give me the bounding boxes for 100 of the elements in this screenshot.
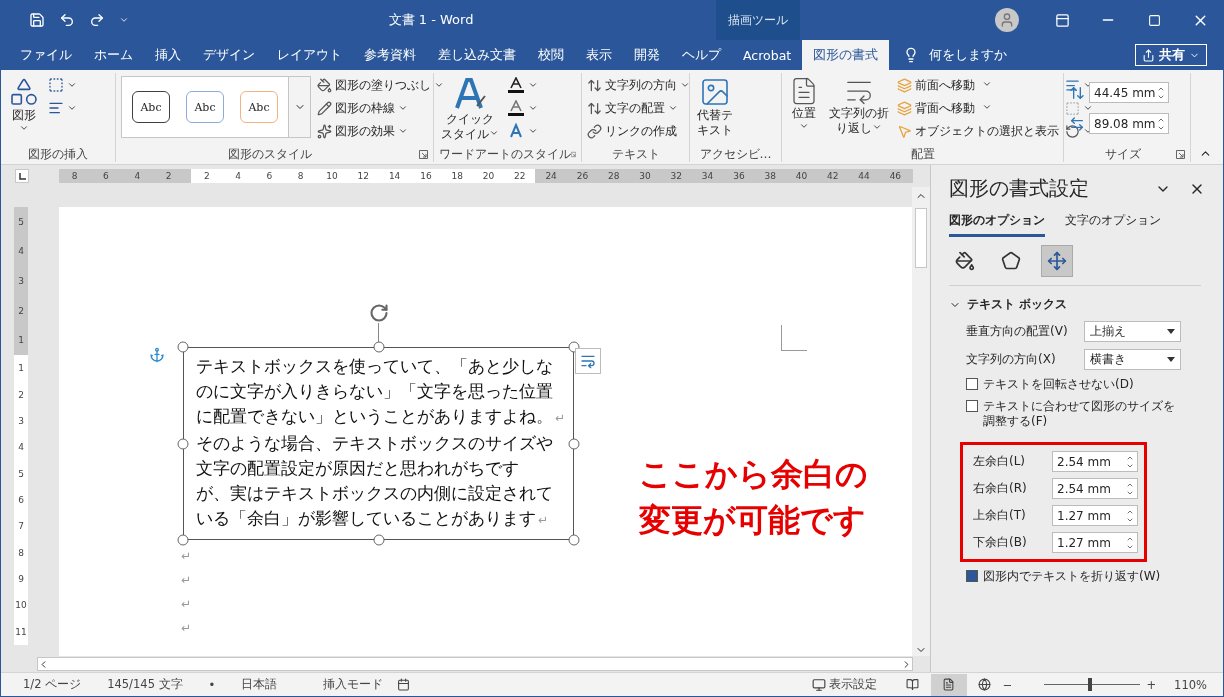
zoom-out-button[interactable]: −: [1002, 677, 1013, 692]
ribbon-tab[interactable]: 差し込み文書: [427, 40, 527, 70]
paragraph-mark: ↵: [181, 572, 192, 589]
text-line: そのような場合、テキストボックスのサイズや: [196, 433, 554, 455]
text-effects-button[interactable]: [507, 122, 538, 140]
margin-field[interactable]: 2.54 mm: [1052, 451, 1138, 472]
dropdown[interactable]: 横書き: [1084, 349, 1181, 370]
resize-handle[interactable]: [373, 341, 385, 353]
vertical-scrollbar[interactable]: [912, 187, 930, 656]
ribbon-tab[interactable]: 表示: [575, 40, 623, 70]
caret-icon: [67, 80, 77, 90]
ribbon-command[interactable]: 前面へ移動: [897, 76, 1059, 94]
zoom-in-button[interactable]: +: [1146, 677, 1157, 692]
wrap-text-button[interactable]: 文字列の折 り返し: [827, 76, 891, 136]
checkbox[interactable]: [966, 378, 978, 390]
rotate-icon: [1065, 123, 1080, 139]
share-button[interactable]: 共有: [1135, 44, 1207, 66]
dialog-launcher-icon[interactable]: [419, 149, 428, 159]
margin-field[interactable]: 1.27 mm: [1052, 505, 1138, 526]
dropdown[interactable]: 上揃え: [1084, 321, 1181, 342]
style-swatch[interactable]: Abc: [132, 91, 170, 123]
insert-mode-status[interactable]: 挿入モード: [323, 677, 384, 692]
shapes-button[interactable]: 図形: [6, 76, 42, 133]
rotate-handle[interactable]: [368, 303, 389, 343]
resize-handle[interactable]: [373, 534, 385, 546]
group-icon: [1065, 100, 1080, 116]
ribbon-command[interactable]: リンクの作成: [587, 122, 690, 140]
tell-me-field[interactable]: 何をしますか: [929, 46, 1008, 64]
group-label: 図形のスタイル: [227, 145, 313, 163]
ribbon-command[interactable]: 背面へ移動: [897, 99, 1059, 117]
ribbon-tab[interactable]: Acrobat: [732, 40, 803, 70]
tab-selector[interactable]: [15, 169, 29, 183]
avatar-icon[interactable]: [995, 8, 1019, 32]
caret-icon: [528, 103, 538, 113]
save-icon[interactable]: [29, 12, 45, 28]
text-box[interactable]: テキストボックスを使っていて、「あと少しな のに文字が入りきらない」「文字を思った位置 に配置できない」ということがありますよね。↵ そのような場合、テキストボックスのサイズや 文字の配置設定が原因だと思われがちです が、実はテキストボックスの内側に設定されて いる「余白」が影響していることがあります↵: [183, 347, 575, 540]
group-label: テキスト: [610, 145, 661, 163]
field-label: 文字列の方向(X): [966, 351, 1056, 368]
checkbox-label: テキストを回転させない(D): [983, 377, 1134, 392]
zoom-slider-thumb[interactable]: [1087, 678, 1092, 691]
ribbon-command[interactable]: 文字の配置: [587, 99, 690, 117]
ribbon-tab[interactable]: 図形の書式: [802, 40, 890, 70]
redo-icon[interactable]: [89, 12, 105, 28]
ribbon-tab[interactable]: 校閲: [527, 40, 575, 70]
size-field[interactable]: 44.45 mm: [1089, 82, 1169, 103]
display-settings-button[interactable]: 表示設定: [828, 677, 877, 692]
language-status[interactable]: 日本語: [241, 677, 278, 692]
annotation-text: ここから余白の 変更が可能です: [639, 454, 868, 541]
resize-handle[interactable]: [177, 438, 189, 449]
layout-options-button[interactable]: [575, 348, 601, 374]
resize-handle[interactable]: [177, 341, 189, 353]
dialog-launcher-icon[interactable]: [1176, 149, 1185, 159]
maximize-icon[interactable]: [1147, 13, 1161, 27]
ribbon-tab[interactable]: ファイル: [9, 40, 83, 70]
pane-tab[interactable]: 図形のオプション: [949, 212, 1045, 237]
wrap-text-icon: [580, 353, 596, 369]
ribbon-tab[interactable]: ヘルプ: [671, 40, 732, 70]
ribbon-command[interactable]: 文字列の方向: [587, 76, 690, 94]
resize-handle[interactable]: [568, 534, 580, 546]
macro-icon[interactable]: [397, 678, 411, 691]
group-label: 図形の挿入: [27, 145, 89, 163]
text-fill-button[interactable]: [507, 76, 538, 94]
text-line: のに文字が入りきらない」「文字を思った位置: [196, 381, 554, 403]
field-label: 右余白(R): [973, 480, 1027, 497]
style-swatch[interactable]: Abc: [186, 91, 224, 123]
ribbon-command[interactable]: 図形の塗りつぶし: [317, 76, 444, 94]
style-swatch[interactable]: Abc: [240, 91, 278, 123]
ribbon-display-icon[interactable]: [1054, 12, 1070, 28]
link-icon: [587, 123, 602, 139]
ribbon-tab[interactable]: 参考資料: [353, 40, 427, 70]
size-field[interactable]: 89.08 mm: [1089, 113, 1169, 134]
ribbon-tab[interactable]: レイアウト: [266, 40, 353, 70]
ribbon-tab[interactable]: 挿入: [144, 40, 192, 70]
text-outline-button[interactable]: [507, 99, 538, 117]
section-header[interactable]: テキスト ボックス: [967, 296, 1068, 313]
pentagon-icon: [1001, 251, 1021, 271]
edit-shape-button[interactable]: [48, 76, 77, 94]
pane-tab[interactable]: 文字のオプション: [1065, 212, 1161, 237]
checkbox[interactable]: [966, 400, 978, 412]
position-button[interactable]: 位置: [787, 76, 821, 131]
horizontal-ruler: 8 6 4 2 2 4 6 8 10 12 14 16 18 20 22 24 26 28 30 32 34 36 38 40 42 44 46: [59, 169, 913, 183]
margin-field[interactable]: 1.27 mm: [1052, 532, 1138, 553]
ribbon-tab[interactable]: 開発: [623, 40, 671, 70]
alt-text-button[interactable]: 代替テ キスト: [695, 76, 735, 138]
ribbon-tab[interactable]: デザイン: [192, 40, 266, 70]
horizontal-scrollbar[interactable]: [37, 657, 913, 671]
page-icon: [942, 678, 956, 691]
scroll-thumb[interactable]: [915, 208, 927, 268]
text-line: テキストボックスを使っていて、「あと少しな: [196, 356, 554, 378]
customize-icon[interactable]: [119, 15, 129, 25]
resize-handle[interactable]: [177, 534, 189, 546]
undo-icon[interactable]: [59, 12, 75, 28]
ribbon-command[interactable]: オブジェクトの選択と表示: [897, 122, 1059, 140]
zoom-level[interactable]: 110%: [1174, 677, 1207, 692]
view-button[interactable]: [930, 673, 967, 696]
checkbox[interactable]: [966, 570, 978, 582]
margin-field[interactable]: 2.54 mm: [1052, 478, 1138, 499]
resize-handle[interactable]: [568, 438, 580, 449]
vertical-ruler: 5 4 3 2 1 1 2 3 4 5 6 7 8 9 10 11: [14, 207, 28, 645]
ribbon-tab[interactable]: ホーム: [83, 40, 144, 70]
